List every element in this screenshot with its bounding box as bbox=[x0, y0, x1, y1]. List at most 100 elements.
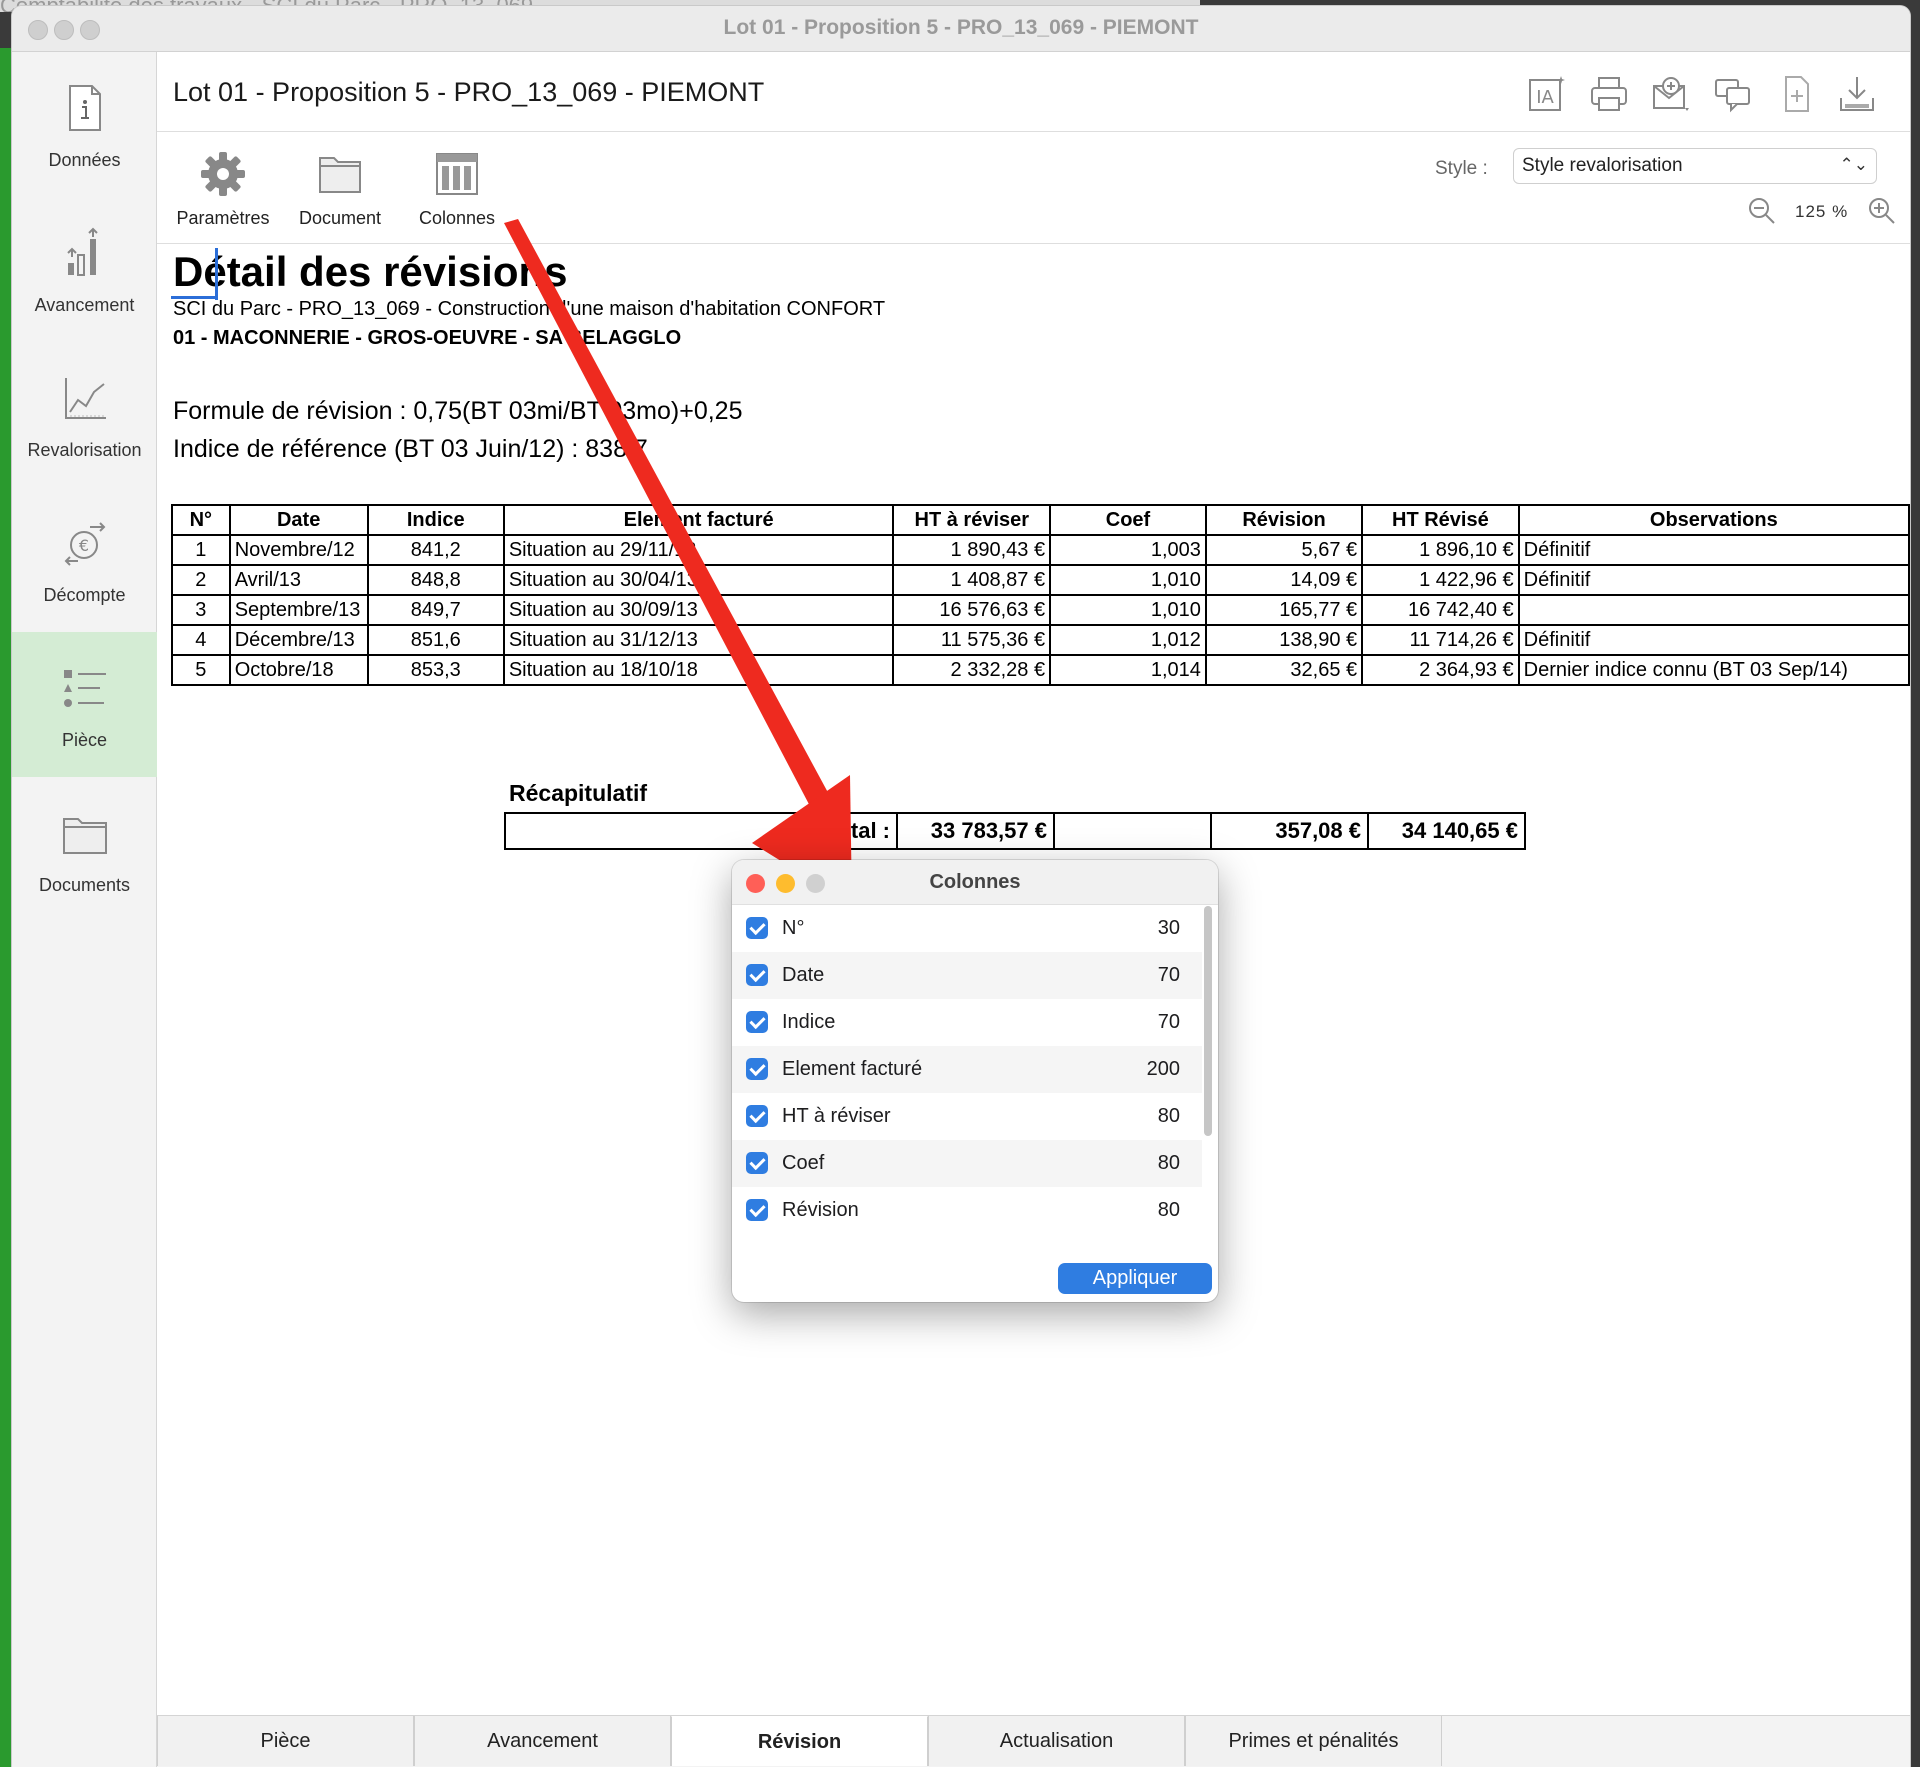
column-checkbox[interactable] bbox=[746, 1199, 768, 1221]
table-cell: Situation au 29/11/12 bbox=[502, 534, 895, 566]
revision-formula: Formule de révision : 0,75(BT 03mi/BT 03… bbox=[173, 397, 743, 425]
table-cell: 16 576,63 € bbox=[892, 594, 1052, 626]
tab-actualisation[interactable]: Actualisation bbox=[928, 1716, 1185, 1766]
column-header: Date bbox=[228, 504, 369, 536]
table-cell: 2 bbox=[171, 564, 231, 596]
dialog-scrollbar[interactable] bbox=[1204, 906, 1212, 1136]
table-cell: Septembre/13 bbox=[228, 594, 369, 626]
column-checkbox[interactable] bbox=[746, 964, 768, 986]
table-cell: 3 bbox=[171, 594, 231, 626]
column-header: HT à réviser bbox=[892, 504, 1052, 536]
table-cell: 1,010 bbox=[1049, 564, 1207, 596]
download-icon[interactable] bbox=[1837, 74, 1877, 114]
column-header: N° bbox=[171, 504, 231, 536]
column-checkbox[interactable] bbox=[746, 917, 768, 939]
chevron-updown-icon: ⌃⌄ bbox=[1839, 155, 1869, 174]
new-document-icon[interactable] bbox=[1777, 74, 1817, 114]
style-select-value: Style revalorisation bbox=[1522, 155, 1683, 176]
column-option-width[interactable]: 70 bbox=[1158, 964, 1180, 987]
apply-button[interactable]: Appliquer bbox=[1058, 1263, 1212, 1294]
columns-icon bbox=[436, 153, 478, 195]
column-header: Element facturé bbox=[502, 504, 895, 536]
colonnes-button[interactable]: Colonnes bbox=[402, 150, 512, 229]
sidebar-item-label: Revalorisation bbox=[27, 440, 142, 460]
column-option-row[interactable]: Indice 70 bbox=[732, 999, 1202, 1046]
table-cell: Novembre/12 bbox=[228, 534, 369, 566]
document-label: Document bbox=[298, 208, 382, 228]
sidebar-item-label: Documents bbox=[38, 875, 131, 895]
table-cell: Définitif bbox=[1517, 564, 1910, 596]
sidebar-item-documents[interactable]: Documents bbox=[12, 777, 157, 922]
table-cell: Définitif bbox=[1517, 534, 1910, 566]
tab-piece[interactable]: Pièce bbox=[157, 1716, 414, 1766]
mail-icon[interactable] bbox=[1651, 74, 1691, 114]
column-option-width[interactable]: 30 bbox=[1158, 917, 1180, 940]
recap-table: Total : 33 783,57 € 357,08 € 34 140,65 € bbox=[504, 812, 1526, 850]
sidebar-item-label: Données bbox=[48, 150, 121, 170]
table-cell: 1,010 bbox=[1049, 594, 1207, 626]
report-subtitle: SCI du Parc - PRO_13_069 - Construction … bbox=[173, 298, 886, 320]
document-title: Lot 01 - Proposition 5 - PRO_13_069 - PI… bbox=[173, 77, 765, 107]
zoom-out-icon[interactable] bbox=[1747, 196, 1777, 226]
table-row: 3 Septembre/13 849,7 Situation au 30/09/… bbox=[171, 594, 1910, 626]
svg-text:€: € bbox=[78, 536, 88, 555]
column-option-width[interactable]: 200 bbox=[1147, 1058, 1180, 1081]
sidebar-item-donnees[interactable]: Données bbox=[12, 52, 157, 197]
column-option-label: Indice bbox=[782, 1011, 836, 1033]
table-cell: 11 575,36 € bbox=[892, 624, 1052, 656]
column-checkbox[interactable] bbox=[746, 1058, 768, 1080]
table-cell: 32,65 € bbox=[1204, 654, 1364, 686]
print-icon[interactable] bbox=[1589, 74, 1629, 114]
background-strip bbox=[0, 48, 12, 1767]
column-option-width[interactable]: 80 bbox=[1158, 1152, 1180, 1175]
list-icon bbox=[63, 670, 106, 707]
ai-icon[interactable]: IA bbox=[1527, 74, 1567, 114]
column-option-row[interactable]: HT à réviser 80 bbox=[732, 1093, 1202, 1140]
column-checkbox[interactable] bbox=[746, 1011, 768, 1033]
table-cell: 4 bbox=[171, 624, 231, 656]
table-cell: 5 bbox=[171, 654, 231, 686]
column-checkbox[interactable] bbox=[746, 1105, 768, 1127]
column-checkbox[interactable] bbox=[746, 1152, 768, 1174]
total-revision: 357,08 € bbox=[1210, 812, 1369, 850]
bottom-tab-bar: Pièce Avancement Révision Actualisation … bbox=[157, 1715, 1910, 1767]
column-option-row[interactable]: Coef 80 bbox=[732, 1140, 1202, 1187]
column-option-label: Element facturé bbox=[782, 1058, 923, 1080]
table-cell: 1 bbox=[171, 534, 231, 566]
colonnes-label: Colonnes bbox=[418, 208, 496, 228]
column-option-row[interactable]: Date 70 bbox=[732, 952, 1202, 999]
column-header: Coef bbox=[1049, 504, 1207, 536]
table-cell: Définitif bbox=[1517, 624, 1910, 656]
column-option-row[interactable]: N° 30 bbox=[732, 905, 1202, 952]
table-cell: 2 332,28 € bbox=[892, 654, 1052, 686]
column-option-label: Révision bbox=[782, 1199, 859, 1221]
table-cell: 2 364,93 € bbox=[1361, 654, 1520, 686]
tab-primes-penalites[interactable]: Primes et pénalités bbox=[1185, 1716, 1442, 1766]
column-option-row[interactable]: Révision 80 bbox=[732, 1187, 1202, 1223]
tab-avancement[interactable]: Avancement bbox=[414, 1716, 671, 1766]
recap-title: Récapitulatif bbox=[509, 780, 648, 806]
style-select[interactable]: Style revalorisation ⌃⌄ bbox=[1513, 148, 1877, 184]
table-cell: 841,2 bbox=[366, 534, 505, 566]
line-chart-icon bbox=[64, 378, 106, 419]
dialog-titlebar: Colonnes bbox=[732, 860, 1218, 905]
table-cell: 1 408,87 € bbox=[892, 564, 1052, 596]
column-option-width[interactable]: 80 bbox=[1158, 1105, 1180, 1128]
parametres-button[interactable]: Paramètres bbox=[168, 150, 278, 229]
total-ht: 33 783,57 € bbox=[896, 812, 1055, 850]
chat-icon[interactable] bbox=[1713, 74, 1753, 114]
zoom-in-icon[interactable] bbox=[1867, 196, 1897, 226]
sidebar-item-piece[interactable]: Pièce bbox=[12, 632, 157, 777]
column-option-row[interactable]: Element facturé 200 bbox=[732, 1046, 1202, 1093]
table-cell: 138,90 € bbox=[1204, 624, 1364, 656]
table-cell: Situation au 31/12/13 bbox=[502, 624, 895, 656]
sidebar-item-avancement[interactable]: Avancement bbox=[12, 197, 157, 342]
document-button[interactable]: Document bbox=[285, 150, 395, 229]
table-cell: 16 742,40 € bbox=[1361, 594, 1520, 626]
table-row: 2 Avril/13 848,8 Situation au 30/04/13 1… bbox=[171, 564, 1910, 596]
column-option-width[interactable]: 80 bbox=[1158, 1199, 1180, 1222]
tab-revision[interactable]: Révision bbox=[671, 1716, 928, 1766]
column-option-width[interactable]: 70 bbox=[1158, 1011, 1180, 1034]
sidebar-item-decompte[interactable]: € Décompte bbox=[12, 487, 157, 632]
sidebar-item-revalorisation[interactable]: Revalorisation bbox=[12, 342, 157, 487]
